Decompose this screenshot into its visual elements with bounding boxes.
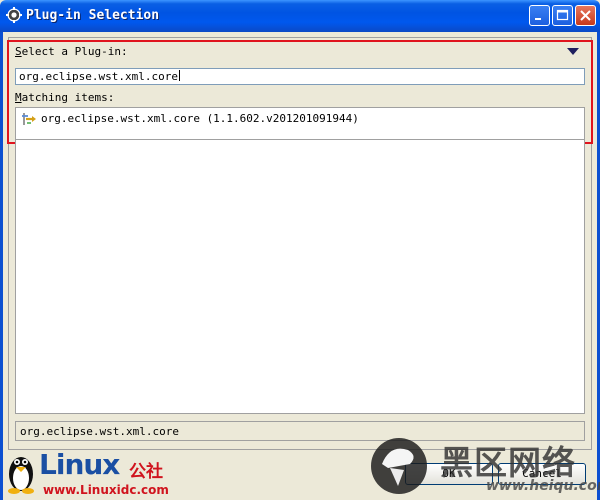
eclipse-gear-icon	[6, 7, 22, 23]
title-bar[interactable]: Plug-in Selection	[0, 0, 600, 32]
linux-brand-text: Linux	[39, 448, 120, 481]
plugin-selection-dialog: Plug-in Selection Select a Plug-in: org.…	[0, 0, 600, 500]
close-icon	[580, 10, 591, 21]
results-area	[15, 140, 585, 414]
heiqu-brand-text: 黑区网络	[440, 443, 576, 482]
heiqu-url-text: www.heiqu.com	[486, 478, 600, 494]
tux-penguin-icon	[8, 457, 34, 494]
linuxidc-watermark: Linux 公社 www.Linuxidc.com	[3, 444, 193, 500]
maximize-button[interactable]	[552, 5, 573, 26]
dialog-content: Select a Plug-in: org.eclipse.wst.xml.co…	[3, 32, 597, 500]
linux-brand-cn-text: 公社	[129, 462, 163, 482]
close-button[interactable]	[575, 5, 596, 26]
maximize-icon	[556, 9, 569, 21]
minimize-icon	[535, 18, 541, 20]
heiqu-logo-icon	[371, 438, 427, 494]
minimize-button[interactable]	[529, 5, 550, 26]
linuxidc-url-text: www.Linuxidc.com	[43, 483, 169, 497]
window-title: Plug-in Selection	[26, 8, 160, 23]
red-highlight-annotation	[7, 40, 593, 144]
heiqu-watermark: 黑区网络 www.heiqu.com	[368, 432, 600, 500]
